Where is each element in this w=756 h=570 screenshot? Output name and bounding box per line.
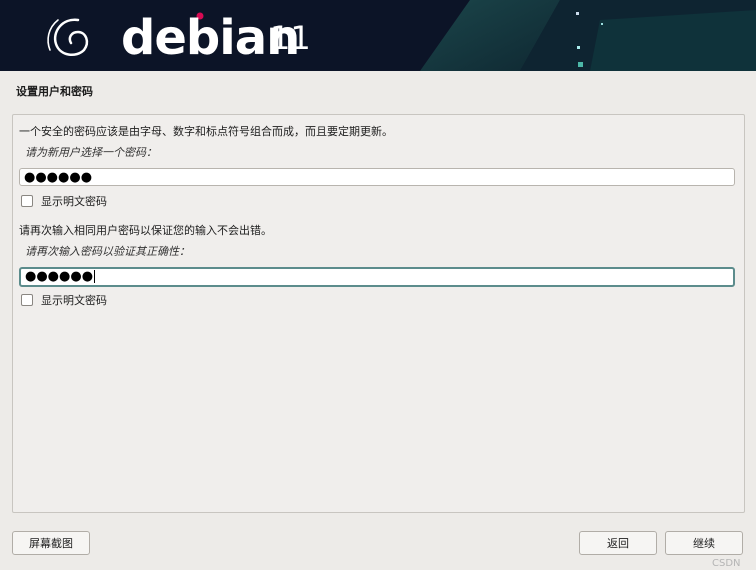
continue-button[interactable]: 继续: [665, 531, 743, 555]
password-value: ●●●●●●: [24, 170, 93, 185]
show-password-label-1: 显示明文密码: [41, 195, 107, 208]
debian-version: 11: [270, 19, 311, 57]
verify-intro-text: 请再次输入相同用户密码以保证您的输入不会出错。: [19, 224, 272, 237]
show-password-checkbox-1[interactable]: [21, 195, 33, 207]
verify-password-value: ●●●●●●: [25, 269, 94, 284]
star-2: [601, 23, 603, 25]
watermark: CSDN: [712, 558, 741, 569]
show-password-toggle-2[interactable]: 显示明文密码: [21, 293, 107, 307]
star-4: [578, 62, 583, 67]
password-input[interactable]: ●●●●●●: [19, 168, 735, 186]
star-1: [576, 12, 579, 15]
verify-password-input[interactable]: ●●●●●●: [19, 267, 735, 287]
installer-header: debian 11: [0, 0, 756, 71]
text-caret: [94, 270, 96, 283]
back-button[interactable]: 返回: [579, 531, 657, 555]
star-3: [577, 46, 580, 49]
verify-prompt: 请再次输入密码以验证其正确性：: [25, 245, 190, 258]
page-title: 设置用户和密码: [16, 85, 93, 98]
header-graphic: [47, 0, 756, 71]
show-password-label-2: 显示明文密码: [41, 294, 107, 307]
screenshot-button[interactable]: 屏幕截图: [12, 531, 90, 555]
password-prompt: 请为新用户选择一个密码：: [25, 146, 157, 159]
debian-swirl-icon: [47, 18, 89, 57]
show-password-toggle-1[interactable]: 显示明文密码: [21, 194, 107, 208]
show-password-checkbox-2[interactable]: [21, 294, 33, 306]
password-intro-text: 一个安全的密码应该是由字母、数字和标点符号组合而成，而且要定期更新。: [19, 125, 393, 138]
